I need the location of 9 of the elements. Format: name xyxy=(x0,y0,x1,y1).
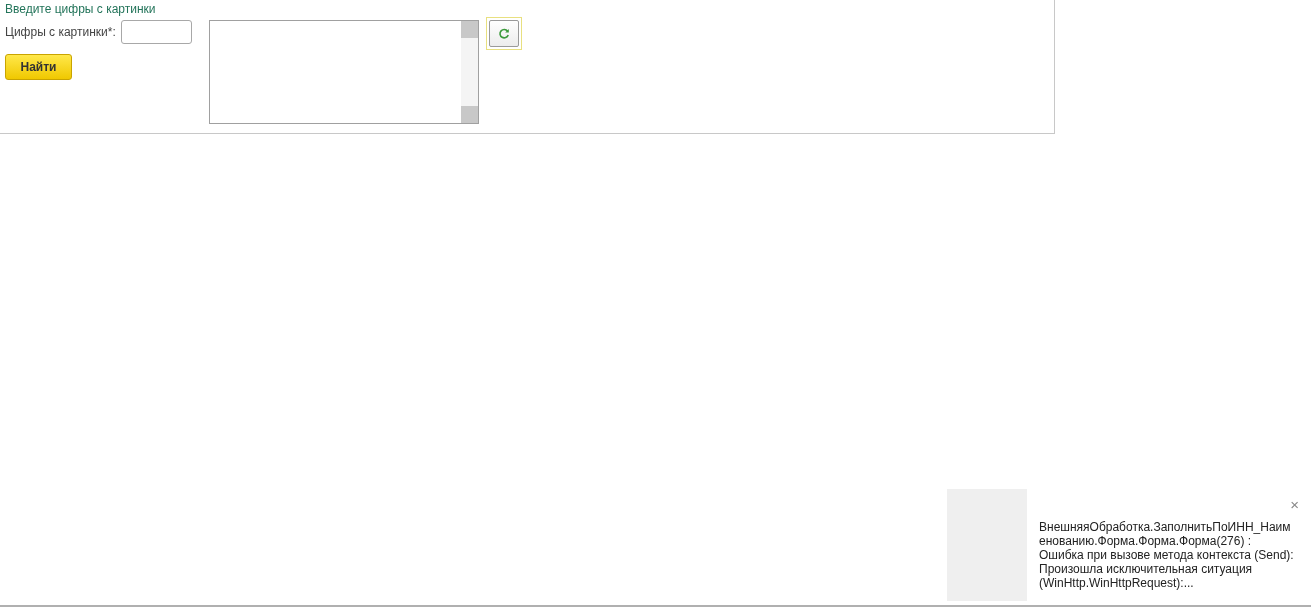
notification-message: ВнешняяОбработка.ЗаполнитьПоИНН_Наименованию.Форма.Форма.Форма(276) : Ошибка при вызове метода контекста (Send): Произошла исключительная ситуация (WinHttp.WinHttpRequest):... xyxy=(1039,520,1295,590)
refresh-icon xyxy=(498,27,510,40)
form-title: Введите цифры с картинки xyxy=(4,1,157,16)
code-input-field[interactable] xyxy=(120,20,192,44)
find-button[interactable]: Найти xyxy=(5,54,72,80)
field-label: Цифры с картинки*: xyxy=(5,25,116,39)
refresh-button[interactable] xyxy=(489,20,519,47)
close-button[interactable]: × xyxy=(1290,497,1299,512)
scrollbar[interactable] xyxy=(461,21,478,123)
